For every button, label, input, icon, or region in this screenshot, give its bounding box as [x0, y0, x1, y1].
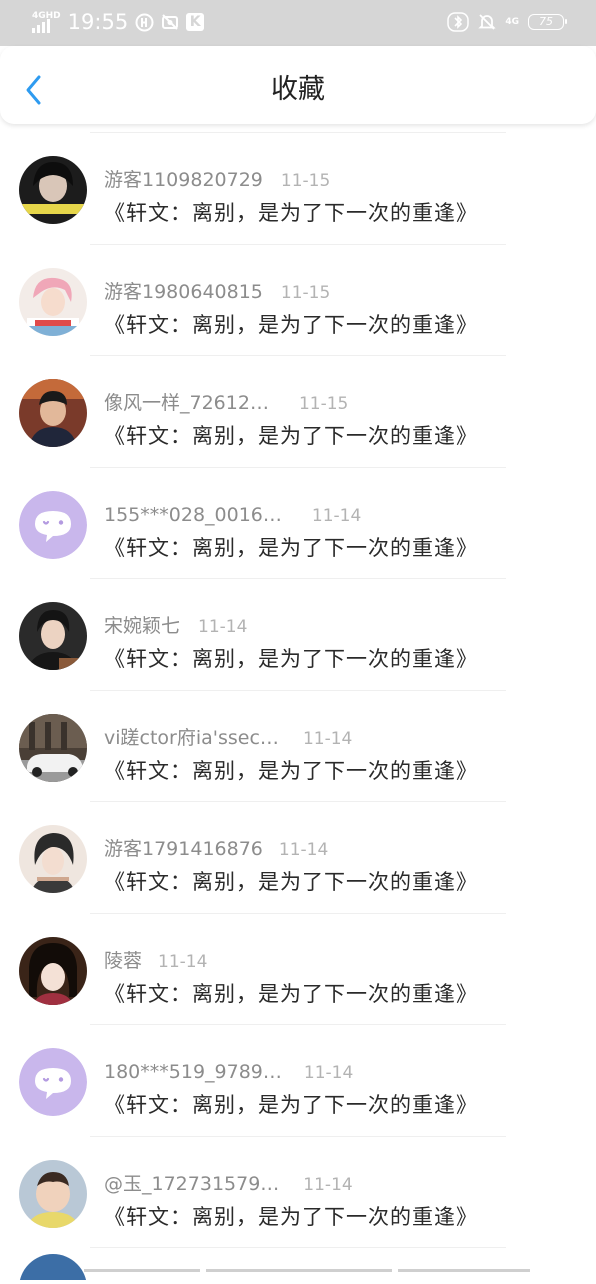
- favorite-content: 《轩文：离别，是为了下一次的重逢》: [104, 647, 478, 671]
- status-left: 4GHD 19:55 K: [32, 10, 205, 34]
- timestamp: 11-14: [311, 505, 362, 526]
- item-meta: 陵蓉 11-14: [104, 949, 207, 974]
- username: @玉_172731579…: [104, 1172, 280, 1195]
- battery-icon: 75: [528, 14, 567, 30]
- item-meta: 宋婉颖七 11-14: [104, 614, 247, 639]
- list-item[interactable]: 游客1791416876 11-14 《轩文：离别，是为了下一次的重逢》: [0, 802, 596, 914]
- username: 155***028_0016…: [104, 503, 282, 526]
- no-photo-icon: [161, 13, 179, 31]
- k-app-icon: K: [186, 13, 205, 31]
- username: 宋婉颖七: [104, 615, 181, 637]
- username: 游客1791416876: [104, 838, 263, 860]
- avatar[interactable]: [19, 379, 87, 447]
- item-meta: 像风一样_72612… 11-15: [104, 391, 348, 416]
- item-meta: 游客1980640815 11-15: [104, 280, 330, 305]
- timestamp: 11-14: [278, 840, 329, 860]
- username: 游客1980640815: [104, 280, 263, 303]
- username: 游客1109820729: [104, 169, 263, 191]
- username: 陵蓉: [104, 949, 143, 972]
- default-chat-avatar-icon[interactable]: [19, 490, 87, 559]
- favorite-content: 《轩文：离别，是为了下一次的重逢》: [104, 758, 478, 783]
- item-meta: 155***028_0016… 11-14: [104, 503, 361, 528]
- list-item[interactable]: 游客1980640815 11-15 《轩文：离别，是为了下一次的重逢》: [0, 245, 596, 357]
- list-item[interactable]: 180***519_9789… 11-14 《轩文：离别，是为了下一次的重逢》: [0, 1025, 596, 1137]
- page-title: 收藏: [271, 74, 325, 105]
- favorite-content: 《轩文：离别，是为了下一次的重逢》: [104, 1204, 478, 1229]
- timestamp: 11-15: [298, 394, 349, 414]
- hd-icon: [135, 13, 154, 32]
- favorite-content: 《轩文：离别，是为了下一次的重逢》: [104, 312, 478, 337]
- signal-icon: [32, 18, 50, 33]
- favorites-list: 游客1109820729 11-15 《轩文：离别，是为了下一次的重逢》 游客1…: [0, 124, 596, 1248]
- avatar[interactable]: [19, 602, 87, 670]
- avatar[interactable]: [19, 825, 87, 893]
- item-meta: 游客1791416876 11-14: [104, 837, 328, 862]
- status-time: 19:55: [67, 10, 129, 34]
- header-bar: 收藏: [0, 46, 596, 124]
- timestamp: 11-14: [198, 617, 248, 637]
- item-meta: vi蹉ctor府ia'ssec… 11-14: [104, 726, 352, 751]
- favorite-content: 《轩文：离别，是为了下一次的重逢》: [104, 424, 478, 448]
- favorite-content: 《轩文：离别，是为了下一次的重逢》: [104, 201, 478, 225]
- favorite-content: 《轩文：离别，是为了下一次的重逢》: [104, 870, 478, 894]
- username: 180***519_9789…: [104, 1061, 282, 1083]
- mobile-data-4g: 4G: [505, 16, 519, 27]
- item-meta: @玉_172731579… 11-14: [104, 1172, 353, 1197]
- timestamp: 11-14: [158, 951, 208, 972]
- timestamp: 11-15: [280, 171, 331, 191]
- list-item[interactable]: 宋婉颖七 11-14 《轩文：离别，是为了下一次的重逢》: [0, 579, 596, 691]
- list-item[interactable]: 像风一样_72612… 11-15 《轩文：离别，是为了下一次的重逢》: [0, 356, 596, 468]
- list-item[interactable]: 游客1109820729 11-15 《轩文：离别，是为了下一次的重逢》: [0, 133, 596, 245]
- list-item[interactable]: 陵蓉 11-14 《轩文：离别，是为了下一次的重逢》: [0, 914, 596, 1026]
- item-meta: 180***519_9789… 11-14: [104, 1060, 353, 1085]
- default-chat-avatar-icon[interactable]: [19, 1048, 87, 1116]
- status-bar: 4GHD 19:55 K 4G 75: [0, 0, 596, 46]
- avatar[interactable]: [19, 267, 87, 336]
- bluetooth-icon: [447, 12, 470, 32]
- timestamp: 11-14: [302, 728, 353, 749]
- avatar[interactable]: [19, 936, 87, 1005]
- mute-icon: [478, 13, 497, 31]
- item-meta: 游客1109820729 11-15: [104, 168, 330, 193]
- list-item[interactable]: @玉_172731579… 11-14 《轩文：离别，是为了下一次的重逢》: [0, 1137, 596, 1249]
- favorite-content: 《轩文：离别，是为了下一次的重逢》: [104, 981, 478, 1006]
- avatar[interactable]: [19, 156, 87, 224]
- favorite-content: 《轩文：离别，是为了下一次的重逢》: [104, 1093, 478, 1117]
- list-item[interactable]: vi蹉ctor府ia'ssec… 11-14 《轩文：离别，是为了下一次的重逢》: [0, 691, 596, 803]
- timestamp: 11-14: [303, 1174, 353, 1195]
- list-item[interactable]: 155***028_0016… 11-14 《轩文：离别，是为了下一次的重逢》: [0, 468, 596, 580]
- username: 像风一样_72612…: [104, 392, 269, 414]
- timestamp: 11-15: [280, 282, 331, 303]
- cellular-indicator: 4GHD: [32, 11, 61, 33]
- avatar[interactable]: [19, 1159, 87, 1228]
- status-right: 4G 75: [447, 12, 567, 32]
- avatar[interactable]: [19, 713, 87, 782]
- list-divider: [90, 124, 506, 133]
- partial-list-item[interactable]: [0, 1250, 596, 1284]
- favorite-content: 《轩文：离别，是为了下一次的重逢》: [104, 535, 478, 560]
- username: vi蹉ctor府ia'ssec…: [104, 726, 279, 749]
- timestamp: 11-14: [303, 1063, 354, 1083]
